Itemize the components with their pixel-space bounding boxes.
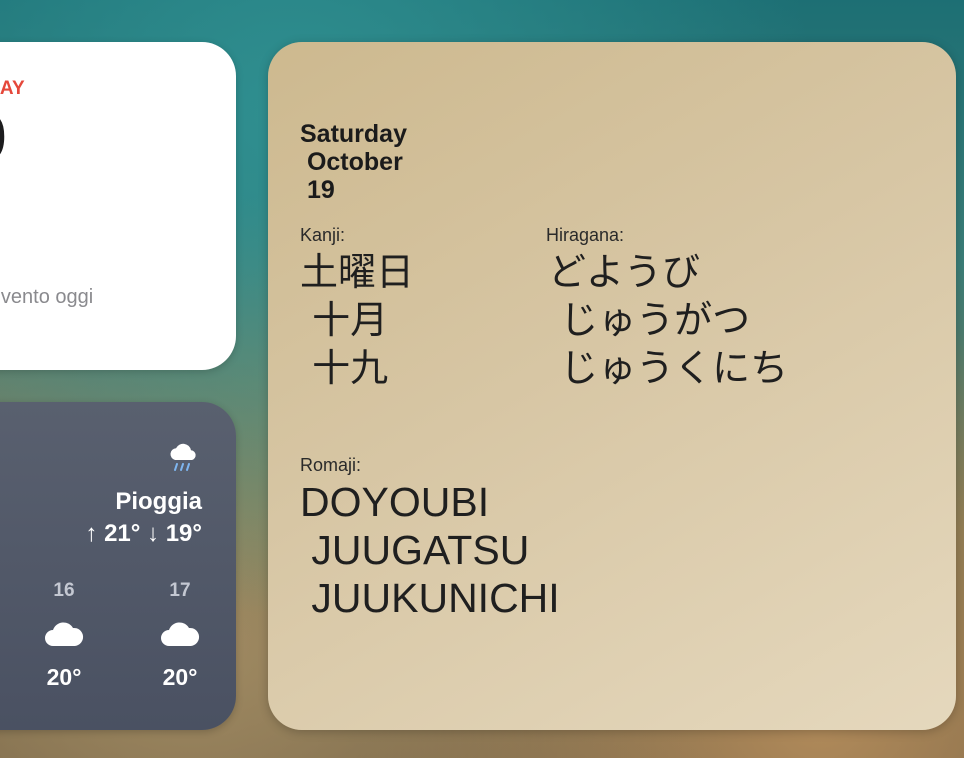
calendar-day-label: RDAY [0, 78, 25, 99]
calendar-widget[interactable]: RDAY 9 un evento oggi [0, 42, 236, 370]
hourly-forecast-item: 16 20° [34, 580, 94, 691]
kanji-date: 土曜日 十月 十九 [300, 250, 415, 390]
hiragana-label: Hiragana: [546, 225, 625, 245]
romaji-date: DOYOUBI JUUGATSU JUUKUNICHI [300, 479, 560, 621]
romaji-label: Romaji: [300, 455, 362, 475]
calendar-day-number: 9 [0, 104, 7, 170]
cloud-icon [45, 622, 84, 646]
japanese-date-widget[interactable]: Saturday October 19 Kanji: 土曜日 十月 十九 Hir… [268, 42, 956, 730]
cloud-rain-icon [170, 443, 196, 471]
hiragana-date: どようび じゅうがつ じゅうくにち [548, 250, 789, 390]
forecast-hour: 16 [53, 580, 75, 601]
weather-condition: Pioggia [115, 488, 202, 515]
weather-temp-range: ↑ 21° ↓ 19° [85, 520, 202, 547]
forecast-temp: 20° [46, 664, 82, 690]
hourly-forecast-item: 17 20° [150, 580, 210, 691]
calendar-events-note: un evento oggi [0, 286, 94, 308]
kanji-label: Kanji: [300, 225, 346, 245]
forecast-hour: 17 [169, 580, 191, 601]
cloud-icon [161, 622, 200, 646]
weather-widget[interactable]: Pioggia ↑ 21° ↓ 19° 16 20° 17 20° [0, 402, 236, 730]
forecast-temp: 20° [162, 664, 198, 690]
english-date: Saturday October 19 [300, 120, 407, 204]
